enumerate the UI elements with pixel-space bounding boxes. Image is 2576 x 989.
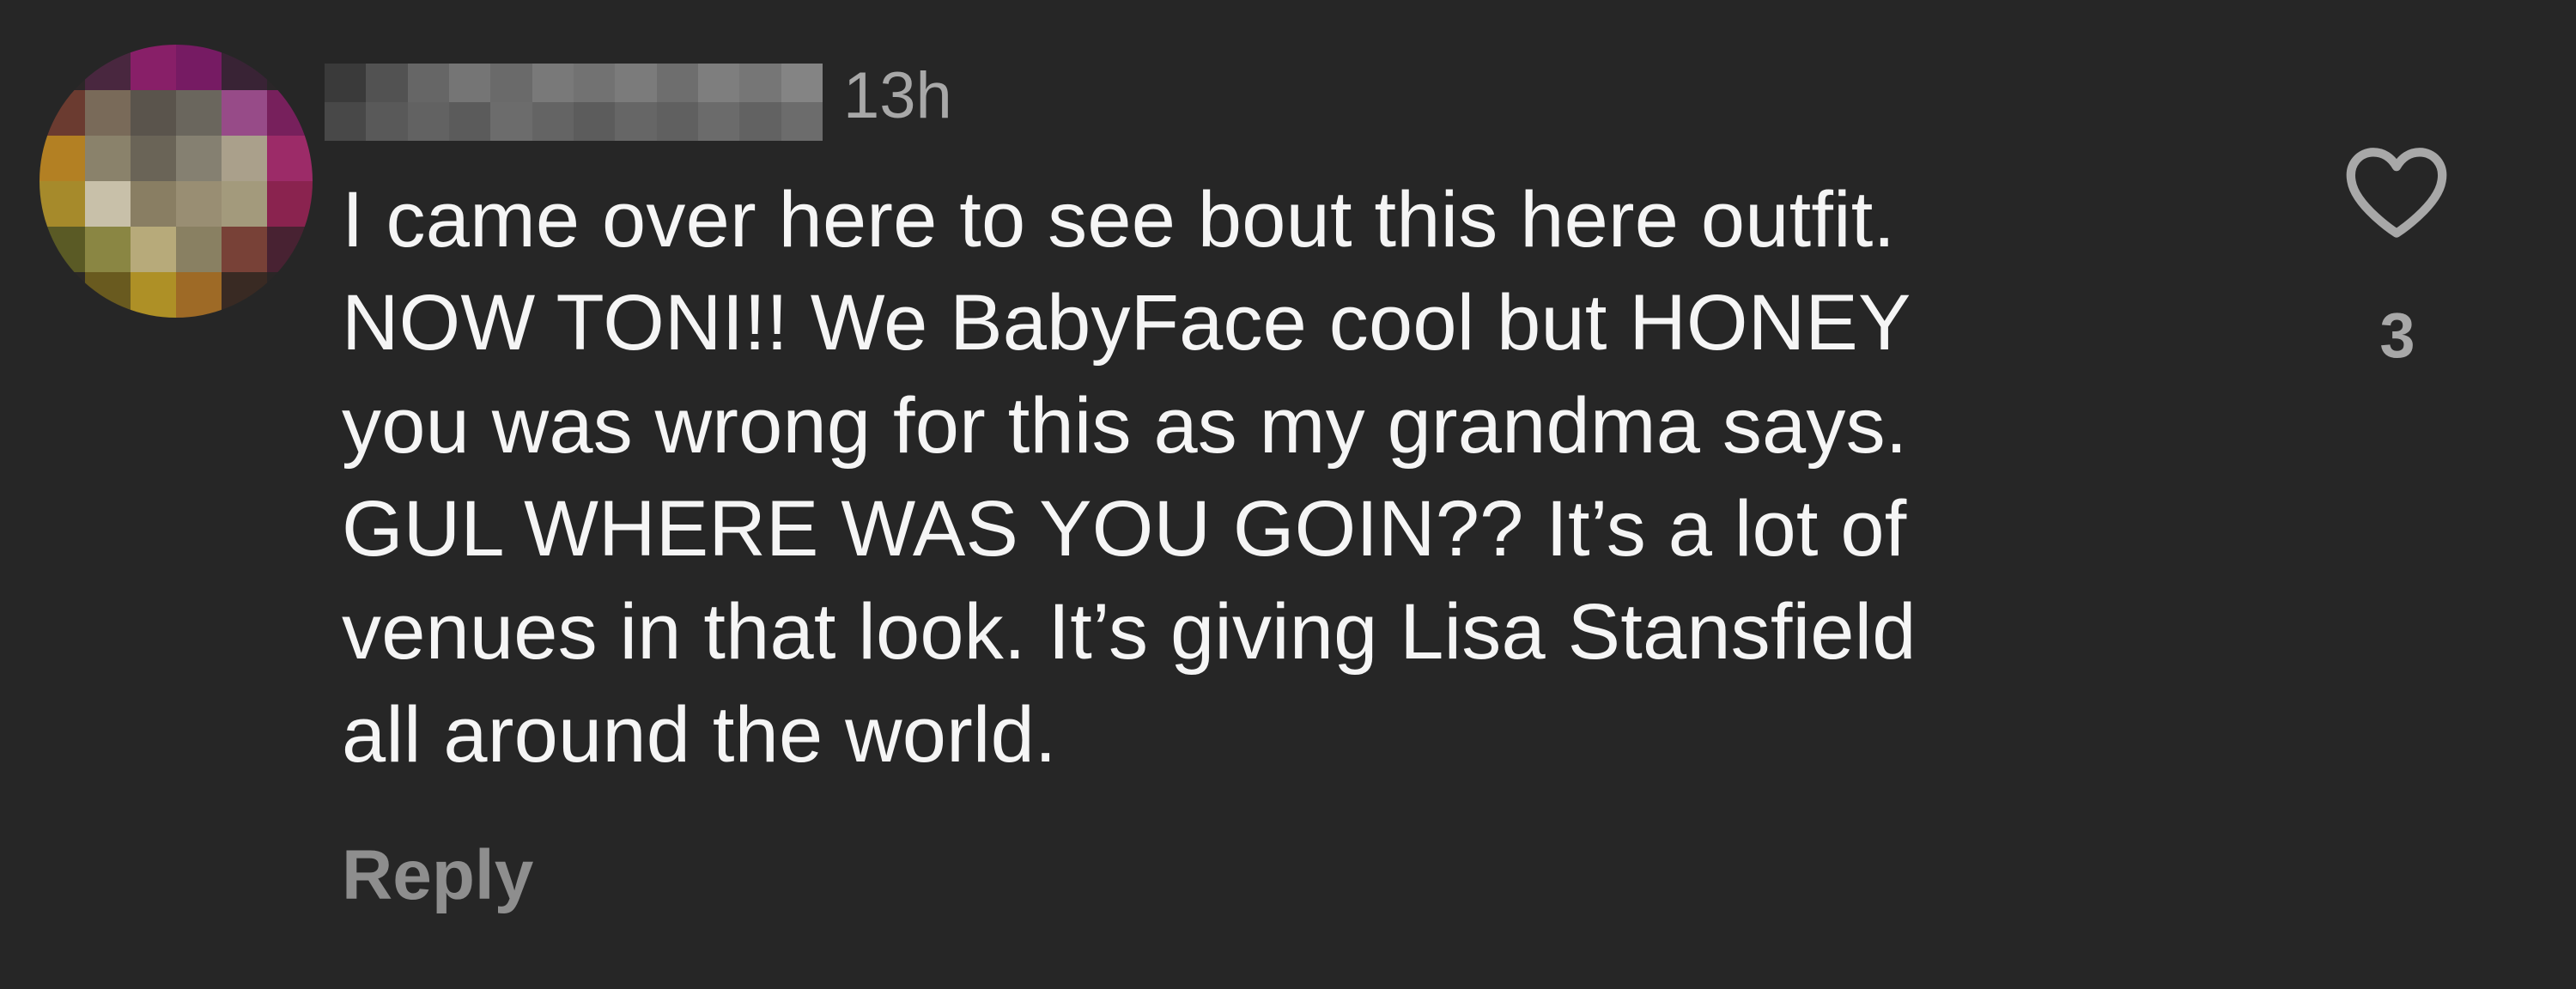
- comment-text-line: you was wrong for this as my grandma say…: [342, 382, 1908, 470]
- comment-text-line: I came over here to see bout this here o…: [342, 176, 1896, 264]
- comment-text: I came over here to see bout this here o…: [342, 168, 2274, 786]
- reply-button[interactable]: Reply: [342, 833, 533, 919]
- comment-text-line: all around the world.: [342, 691, 1057, 779]
- comment-item: 13h I came over here to see bout this he…: [0, 0, 2576, 989]
- comment-timestamp: 13h: [843, 59, 952, 132]
- username-redacted[interactable]: [325, 64, 823, 141]
- like-button[interactable]: [2341, 137, 2452, 249]
- avatar[interactable]: [39, 45, 313, 318]
- comment-text-line: GUL WHERE WAS YOU GOIN?? It’s a lot of: [342, 485, 1907, 573]
- like-count: 3: [2379, 300, 2415, 371]
- heart-outline-icon: [2346, 148, 2447, 238]
- comment-text-line: NOW TONI!! We BabyFace cool but HONEY: [342, 279, 1911, 367]
- comment-text-line: venues in that look. It’s giving Lisa St…: [342, 588, 1917, 676]
